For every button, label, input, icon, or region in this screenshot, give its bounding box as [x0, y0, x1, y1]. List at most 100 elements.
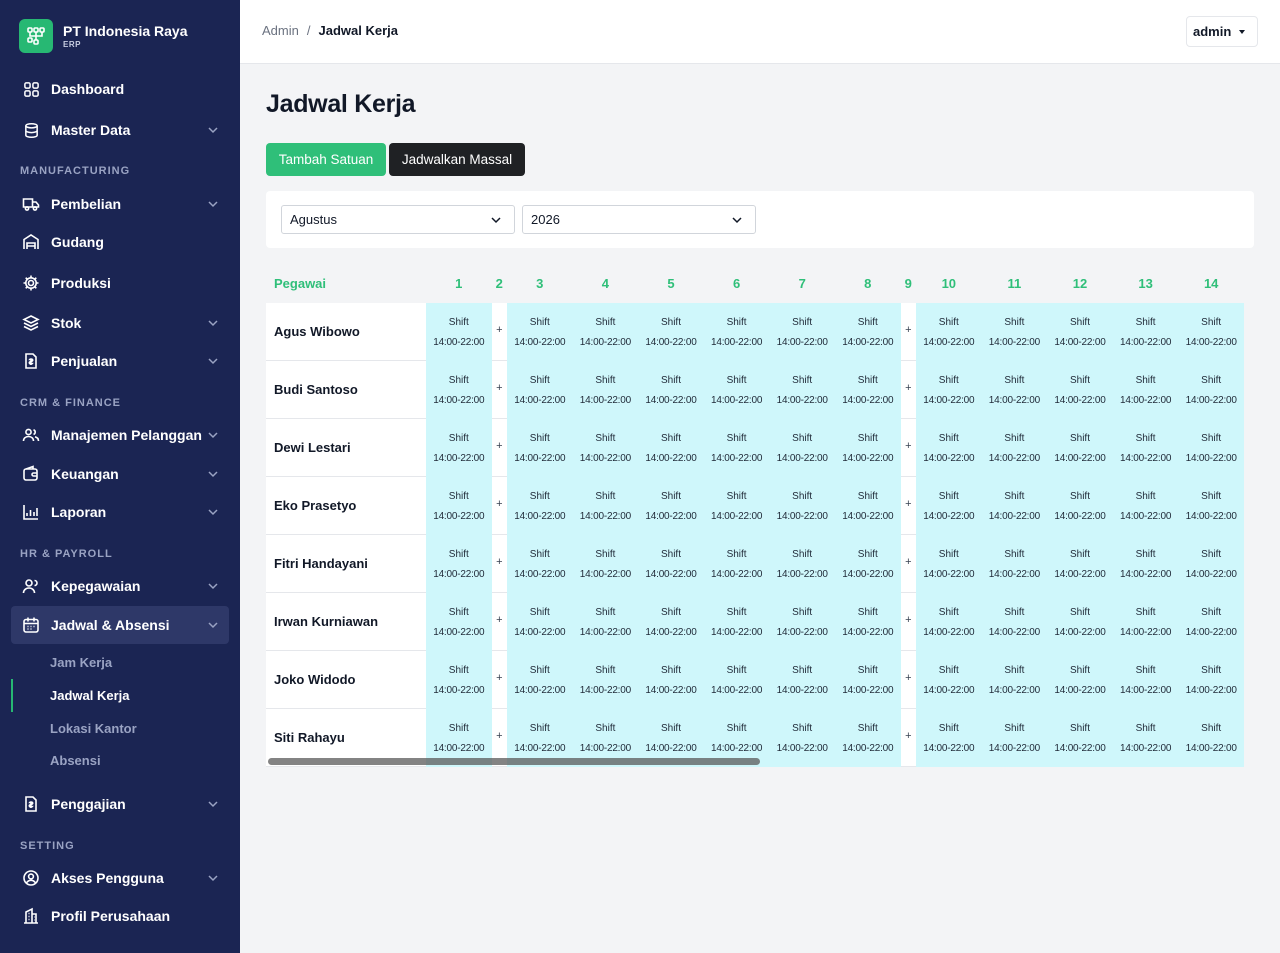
shift-cell[interactable]: Shift 14:00-22:00 [916, 651, 982, 709]
shift-cell[interactable]: Shift 14:00-22:00 [572, 419, 639, 477]
shift-cell[interactable]: Shift 14:00-22:00 [507, 477, 573, 535]
shift-cell[interactable]: Shift 14:00-22:00 [1178, 535, 1244, 593]
shift-cell[interactable]: Shift 14:00-22:00 [835, 361, 901, 419]
sidebar-item-keuangan[interactable]: Keuangan [11, 455, 229, 493]
add-single-button[interactable]: Tambah Satuan [266, 143, 386, 176]
shift-cell[interactable]: Shift 14:00-22:00 [507, 593, 573, 651]
shift-cell[interactable]: Shift 14:00-22:00 [572, 303, 639, 361]
shift-cell[interactable]: Shift 14:00-22:00 [1112, 361, 1179, 419]
shift-cell[interactable]: Shift 14:00-22:00 [638, 419, 704, 477]
shift-cell[interactable]: Shift 14:00-22:00 [769, 535, 835, 593]
shift-cell[interactable]: Shift 14:00-22:00 [769, 709, 835, 767]
shift-cell[interactable]: Shift 14:00-22:00 [769, 651, 835, 709]
add-shift-cell[interactable]: + [491, 535, 507, 593]
shift-cell[interactable]: Shift 14:00-22:00 [703, 651, 770, 709]
shift-cell[interactable]: Shift 14:00-22:00 [835, 535, 901, 593]
shift-cell[interactable]: Shift 14:00-22:00 [426, 303, 492, 361]
shift-cell[interactable]: Shift 14:00-22:00 [835, 593, 901, 651]
brand[interactable]: PT Indonesia Raya ERP [19, 19, 187, 53]
shift-cell[interactable]: Shift 14:00-22:00 [1112, 651, 1179, 709]
shift-cell[interactable]: Shift 14:00-22:00 [703, 419, 770, 477]
shift-cell[interactable]: Shift 14:00-22:00 [638, 535, 704, 593]
shift-cell[interactable]: Shift 14:00-22:00 [572, 361, 639, 419]
breadcrumb-admin[interactable]: Admin [262, 23, 299, 38]
shift-cell[interactable]: Shift 14:00-22:00 [507, 419, 573, 477]
horizontal-scrollbar[interactable] [268, 758, 760, 765]
shift-cell[interactable]: Shift 14:00-22:00 [981, 651, 1048, 709]
shift-cell[interactable]: Shift 14:00-22:00 [835, 303, 901, 361]
shift-cell[interactable]: Shift 14:00-22:00 [638, 303, 704, 361]
add-shift-cell[interactable]: + [900, 593, 916, 651]
shift-cell[interactable]: Shift 14:00-22:00 [1112, 419, 1179, 477]
month-select[interactable]: Agustus [281, 205, 515, 234]
sidebar-item-kepegawaian[interactable]: Kepegawaian [11, 567, 229, 605]
shift-cell[interactable]: Shift 14:00-22:00 [1178, 709, 1244, 767]
shift-cell[interactable]: Shift 14:00-22:00 [426, 419, 492, 477]
shift-cell[interactable]: Shift 14:00-22:00 [426, 651, 492, 709]
shift-cell[interactable]: Shift 14:00-22:00 [981, 535, 1048, 593]
shift-cell[interactable]: Shift 14:00-22:00 [507, 361, 573, 419]
add-shift-cell[interactable]: + [491, 477, 507, 535]
sidebar-subitem-jadwal-kerja[interactable]: Jadwal Kerja [50, 688, 130, 703]
shift-cell[interactable]: Shift 14:00-22:00 [1178, 303, 1244, 361]
add-shift-cell[interactable]: + [491, 361, 507, 419]
shift-cell[interactable]: Shift 14:00-22:00 [426, 535, 492, 593]
shift-cell[interactable]: Shift 14:00-22:00 [572, 477, 639, 535]
sidebar-subitem-absensi[interactable]: Absensi [50, 753, 101, 768]
shift-cell[interactable]: Shift 14:00-22:00 [916, 535, 982, 593]
shift-cell[interactable]: Shift 14:00-22:00 [507, 651, 573, 709]
shift-cell[interactable]: Shift 14:00-22:00 [426, 361, 492, 419]
shift-cell[interactable]: Shift 14:00-22:00 [1047, 477, 1113, 535]
shift-cell[interactable]: Shift 14:00-22:00 [835, 709, 901, 767]
add-shift-cell[interactable]: + [491, 419, 507, 477]
sidebar-item-profil-perusahaan[interactable]: Profil Perusahaan [11, 897, 229, 935]
shift-cell[interactable]: Shift 14:00-22:00 [572, 535, 639, 593]
shift-cell[interactable]: Shift 14:00-22:00 [1178, 361, 1244, 419]
add-shift-cell[interactable]: + [491, 593, 507, 651]
shift-cell[interactable]: Shift 14:00-22:00 [981, 593, 1048, 651]
sidebar-subitem-jam-kerja[interactable]: Jam Kerja [50, 655, 112, 670]
shift-cell[interactable]: Shift 14:00-22:00 [1047, 593, 1113, 651]
sidebar-item-stok[interactable]: Stok [11, 304, 229, 342]
sidebar-item-gudang[interactable]: Gudang [11, 223, 229, 261]
year-select[interactable]: 2026 [522, 205, 756, 234]
shift-cell[interactable]: Shift 14:00-22:00 [1112, 477, 1179, 535]
shift-cell[interactable]: Shift 14:00-22:00 [1047, 303, 1113, 361]
add-shift-cell[interactable]: + [900, 303, 916, 361]
shift-cell[interactable]: Shift 14:00-22:00 [507, 535, 573, 593]
bulk-schedule-button[interactable]: Jadwalkan Massal [389, 143, 525, 176]
sidebar-item-manajemen-pelanggan[interactable]: Manajemen Pelanggan [11, 416, 229, 454]
shift-cell[interactable]: Shift 14:00-22:00 [1112, 535, 1179, 593]
sidebar-subitem-lokasi-kantor[interactable]: Lokasi Kantor [50, 721, 137, 736]
shift-cell[interactable]: Shift 14:00-22:00 [769, 303, 835, 361]
shift-cell[interactable]: Shift 14:00-22:00 [835, 419, 901, 477]
shift-cell[interactable]: Shift 14:00-22:00 [981, 477, 1048, 535]
user-menu-button[interactable]: admin [1186, 16, 1258, 47]
shift-cell[interactable]: Shift 14:00-22:00 [916, 419, 982, 477]
add-shift-cell[interactable]: + [900, 419, 916, 477]
shift-cell[interactable]: Shift 14:00-22:00 [981, 419, 1048, 477]
add-shift-cell[interactable]: + [900, 535, 916, 593]
shift-cell[interactable]: Shift 14:00-22:00 [916, 477, 982, 535]
shift-cell[interactable]: Shift 14:00-22:00 [638, 593, 704, 651]
sidebar-item-penjualan[interactable]: Penjualan [11, 342, 229, 380]
shift-cell[interactable]: Shift 14:00-22:00 [638, 477, 704, 535]
shift-cell[interactable]: Shift 14:00-22:00 [1112, 593, 1179, 651]
shift-cell[interactable]: Shift 14:00-22:00 [835, 651, 901, 709]
sidebar-item-penggajian[interactable]: Penggajian [11, 785, 229, 823]
shift-cell[interactable]: Shift 14:00-22:00 [572, 651, 639, 709]
shift-cell[interactable]: Shift 14:00-22:00 [916, 593, 982, 651]
shift-cell[interactable]: Shift 14:00-22:00 [916, 361, 982, 419]
shift-cell[interactable]: Shift 14:00-22:00 [703, 593, 770, 651]
shift-cell[interactable]: Shift 14:00-22:00 [916, 709, 982, 767]
sidebar-item-jadwal-absensi[interactable]: Jadwal & Absensi [11, 606, 229, 644]
shift-cell[interactable]: Shift 14:00-22:00 [981, 361, 1048, 419]
shift-cell[interactable]: Shift 14:00-22:00 [769, 477, 835, 535]
shift-cell[interactable]: Shift 14:00-22:00 [769, 419, 835, 477]
shift-cell[interactable]: Shift 14:00-22:00 [916, 303, 982, 361]
add-shift-cell[interactable]: + [491, 651, 507, 709]
sidebar-item-laporan[interactable]: Laporan [11, 493, 229, 531]
shift-cell[interactable]: Shift 14:00-22:00 [703, 535, 770, 593]
shift-cell[interactable]: Shift 14:00-22:00 [981, 303, 1048, 361]
add-shift-cell[interactable]: + [900, 651, 916, 709]
